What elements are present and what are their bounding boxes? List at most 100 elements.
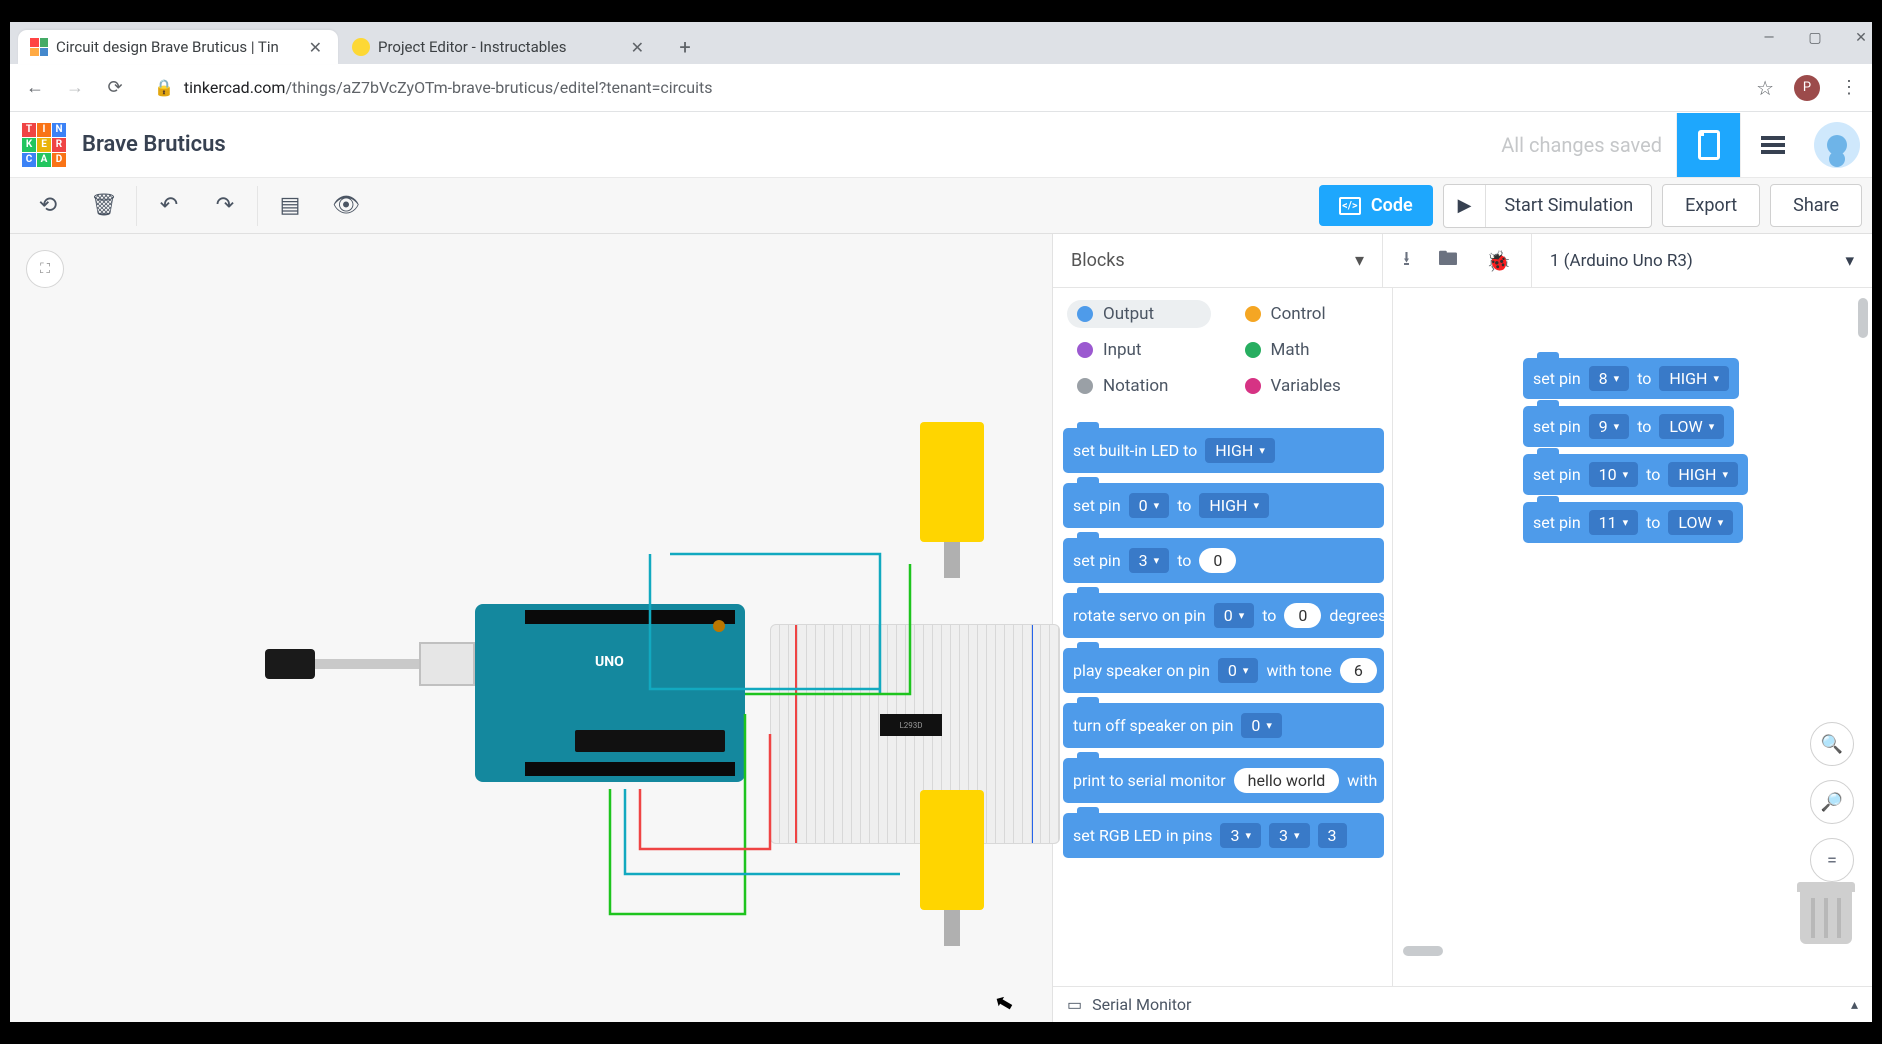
lock-icon: 🔒 xyxy=(154,78,174,97)
dropdown[interactable]: HIGH▾ xyxy=(1205,438,1275,463)
workspace-block[interactable]: set pin 8▾ to HIGH▾ xyxy=(1523,358,1739,399)
block-serial-print[interactable]: print to serial monitor hello world with xyxy=(1063,758,1384,803)
dropdown[interactable]: 3▾ xyxy=(1269,823,1310,848)
tab-title: Circuit design Brave Bruticus | Tin xyxy=(56,38,305,56)
dropdown[interactable]: 8▾ xyxy=(1589,366,1630,391)
zoom-in-button[interactable]: 🔍 xyxy=(1810,722,1854,766)
block-rgb-led[interactable]: set RGB LED in pins 3▾ 3▾ 3 xyxy=(1063,813,1384,858)
dropdown[interactable]: 11▾ xyxy=(1589,510,1639,535)
rotate-icon[interactable]: ⟲ xyxy=(20,186,76,226)
workspace-block[interactable]: set pin 9▾ to LOW▾ xyxy=(1523,406,1734,447)
profile-avatar[interactable]: P xyxy=(1794,75,1820,101)
usb-cable[interactable] xyxy=(265,644,475,684)
dropdown[interactable]: 3▾ xyxy=(1220,823,1261,848)
number-input[interactable]: 0 xyxy=(1199,548,1236,573)
dropdown[interactable]: LOW▾ xyxy=(1668,510,1733,535)
dc-motor-bottom[interactable] xyxy=(920,790,984,910)
delete-icon[interactable]: 🗑 xyxy=(76,186,132,226)
window-controls: — ▢ ✕ xyxy=(1762,30,1868,46)
fit-view-button[interactable]: ⛶ xyxy=(26,250,64,288)
category-math[interactable]: Math xyxy=(1235,336,1379,364)
components-list-button[interactable] xyxy=(1740,113,1804,177)
vertical-scrollbar[interactable] xyxy=(1858,298,1868,926)
block-builtin-led[interactable]: set built-in LED to HIGH▾ xyxy=(1063,428,1384,473)
forward-icon[interactable]: → xyxy=(64,77,86,99)
number-input[interactable]: 6 xyxy=(1340,658,1377,683)
notes-icon[interactable]: ▤ xyxy=(262,186,318,226)
dropdown[interactable]: LOW▾ xyxy=(1659,414,1724,439)
debugger-icon[interactable]: 🐞 xyxy=(1486,249,1511,273)
workspace-block[interactable]: set pin 11▾ to LOW▾ xyxy=(1523,502,1743,543)
trash-icon[interactable] xyxy=(1800,882,1852,944)
dropdown[interactable]: 0▾ xyxy=(1241,713,1282,738)
dropdown[interactable]: 3 xyxy=(1318,823,1347,848)
l293d-chip[interactable]: L293D xyxy=(880,714,942,736)
circuit-view-button[interactable] xyxy=(1676,113,1740,177)
mouse-cursor: ⬉ xyxy=(992,989,1016,1018)
zoom-out-button[interactable]: 🔎 xyxy=(1810,780,1854,824)
code-button[interactable]: </> Code xyxy=(1319,185,1433,226)
category-input[interactable]: Input xyxy=(1067,336,1211,364)
serial-monitor-toggle[interactable]: ▭ Serial Monitor ▴ xyxy=(1053,986,1872,1022)
dropdown[interactable]: HIGH▾ xyxy=(1659,366,1729,391)
maximize-icon[interactable]: ▢ xyxy=(1808,30,1822,46)
block-categories: Output Control Input Math Notation Varia… xyxy=(1053,288,1392,412)
category-output[interactable]: Output xyxy=(1067,300,1211,328)
text-input[interactable]: hello world xyxy=(1234,768,1340,793)
tinkercad-logo[interactable]: TIN KER CAD xyxy=(22,123,66,167)
dropdown[interactable]: 0▾ xyxy=(1129,493,1170,518)
back-icon[interactable]: ← xyxy=(24,77,46,99)
close-icon[interactable]: ✕ xyxy=(627,38,648,57)
category-notation[interactable]: Notation xyxy=(1067,372,1211,400)
undo-icon[interactable]: ↶ xyxy=(141,186,197,226)
libraries-icon[interactable]: 🖿 xyxy=(1438,244,1458,278)
number-input[interactable]: 0 xyxy=(1284,603,1321,628)
redo-icon[interactable]: ↷ xyxy=(197,186,253,226)
category-variables[interactable]: Variables xyxy=(1235,372,1379,400)
block-speaker-off[interactable]: turn off speaker on pin 0▾ xyxy=(1063,703,1384,748)
block-set-pin-value[interactable]: set pin 3▾ to 0 xyxy=(1063,538,1384,583)
dropdown[interactable]: 9▾ xyxy=(1589,414,1630,439)
reload-icon[interactable]: ⟳ xyxy=(104,77,126,99)
dropdown[interactable]: 0▾ xyxy=(1214,603,1255,628)
export-button[interactable]: Export xyxy=(1662,184,1760,227)
dropdown[interactable]: 10▾ xyxy=(1589,462,1639,487)
share-button[interactable]: Share xyxy=(1770,184,1862,227)
close-icon[interactable]: ✕ xyxy=(305,38,326,57)
browser-tab-active[interactable]: Circuit design Brave Bruticus | Tin ✕ xyxy=(18,30,338,64)
dropdown[interactable]: 3▾ xyxy=(1129,548,1170,573)
dropdown[interactable]: 0▾ xyxy=(1218,658,1259,683)
workspace-block[interactable]: set pin 10▾ to HIGH▾ xyxy=(1523,454,1748,495)
circuit-canvas[interactable]: ⛶ UNO L293D xyxy=(10,234,1052,1022)
block-speaker[interactable]: play speaker on pin 0▾ with tone 6 xyxy=(1063,648,1384,693)
new-tab-button[interactable]: + xyxy=(670,32,700,62)
user-avatar[interactable] xyxy=(1814,122,1860,168)
block-servo[interactable]: rotate servo on pin 0▾ to 0 degrees xyxy=(1063,593,1384,638)
horizontal-scrollbar[interactable] xyxy=(1403,946,1852,956)
arduino-board[interactable]: UNO xyxy=(475,604,745,782)
code-view-label: Blocks xyxy=(1071,250,1125,271)
close-window-icon[interactable]: ✕ xyxy=(1854,30,1868,46)
bookmark-icon[interactable]: ☆ xyxy=(1756,76,1774,100)
minimize-icon[interactable]: — xyxy=(1762,30,1776,46)
code-view-select[interactable]: Blocks ▾ xyxy=(1053,234,1383,287)
app-header: TIN KER CAD Brave Bruticus All changes s… xyxy=(10,112,1872,178)
board-label: UNO xyxy=(595,654,624,670)
dropdown[interactable]: HIGH▾ xyxy=(1668,462,1738,487)
menu-icon[interactable]: ⋮ xyxy=(1840,77,1858,98)
zoom-fit-button[interactable]: = xyxy=(1810,838,1854,882)
palette-block-list[interactable]: set built-in LED to HIGH▾ set pin 0▾ to … xyxy=(1053,412,1392,986)
play-icon[interactable]: ▶ xyxy=(1444,185,1487,227)
blocks-workspace[interactable]: set pin 8▾ to HIGH▾ set pin 9▾ to LOW▾ s… xyxy=(1393,288,1872,986)
browser-tab[interactable]: Project Editor - Instructables ✕ xyxy=(340,30,660,64)
block-set-pin-high[interactable]: set pin 0▾ to HIGH▾ xyxy=(1063,483,1384,528)
dc-motor-top[interactable] xyxy=(920,422,984,542)
category-control[interactable]: Control xyxy=(1235,300,1379,328)
project-title[interactable]: Brave Bruticus xyxy=(82,132,1501,157)
dropdown[interactable]: HIGH▾ xyxy=(1199,493,1269,518)
visibility-icon[interactable]: 👁 xyxy=(318,186,374,226)
url-input[interactable]: 🔒 tinkercad.com/things/aZ7bVcZyOTm-brave… xyxy=(144,78,1738,97)
device-select[interactable]: 1 (Arduino Uno R3) ▾ xyxy=(1532,251,1872,271)
download-icon[interactable]: ⭳ xyxy=(1403,244,1410,278)
simulation-button[interactable]: ▶ Start Simulation xyxy=(1443,184,1653,228)
